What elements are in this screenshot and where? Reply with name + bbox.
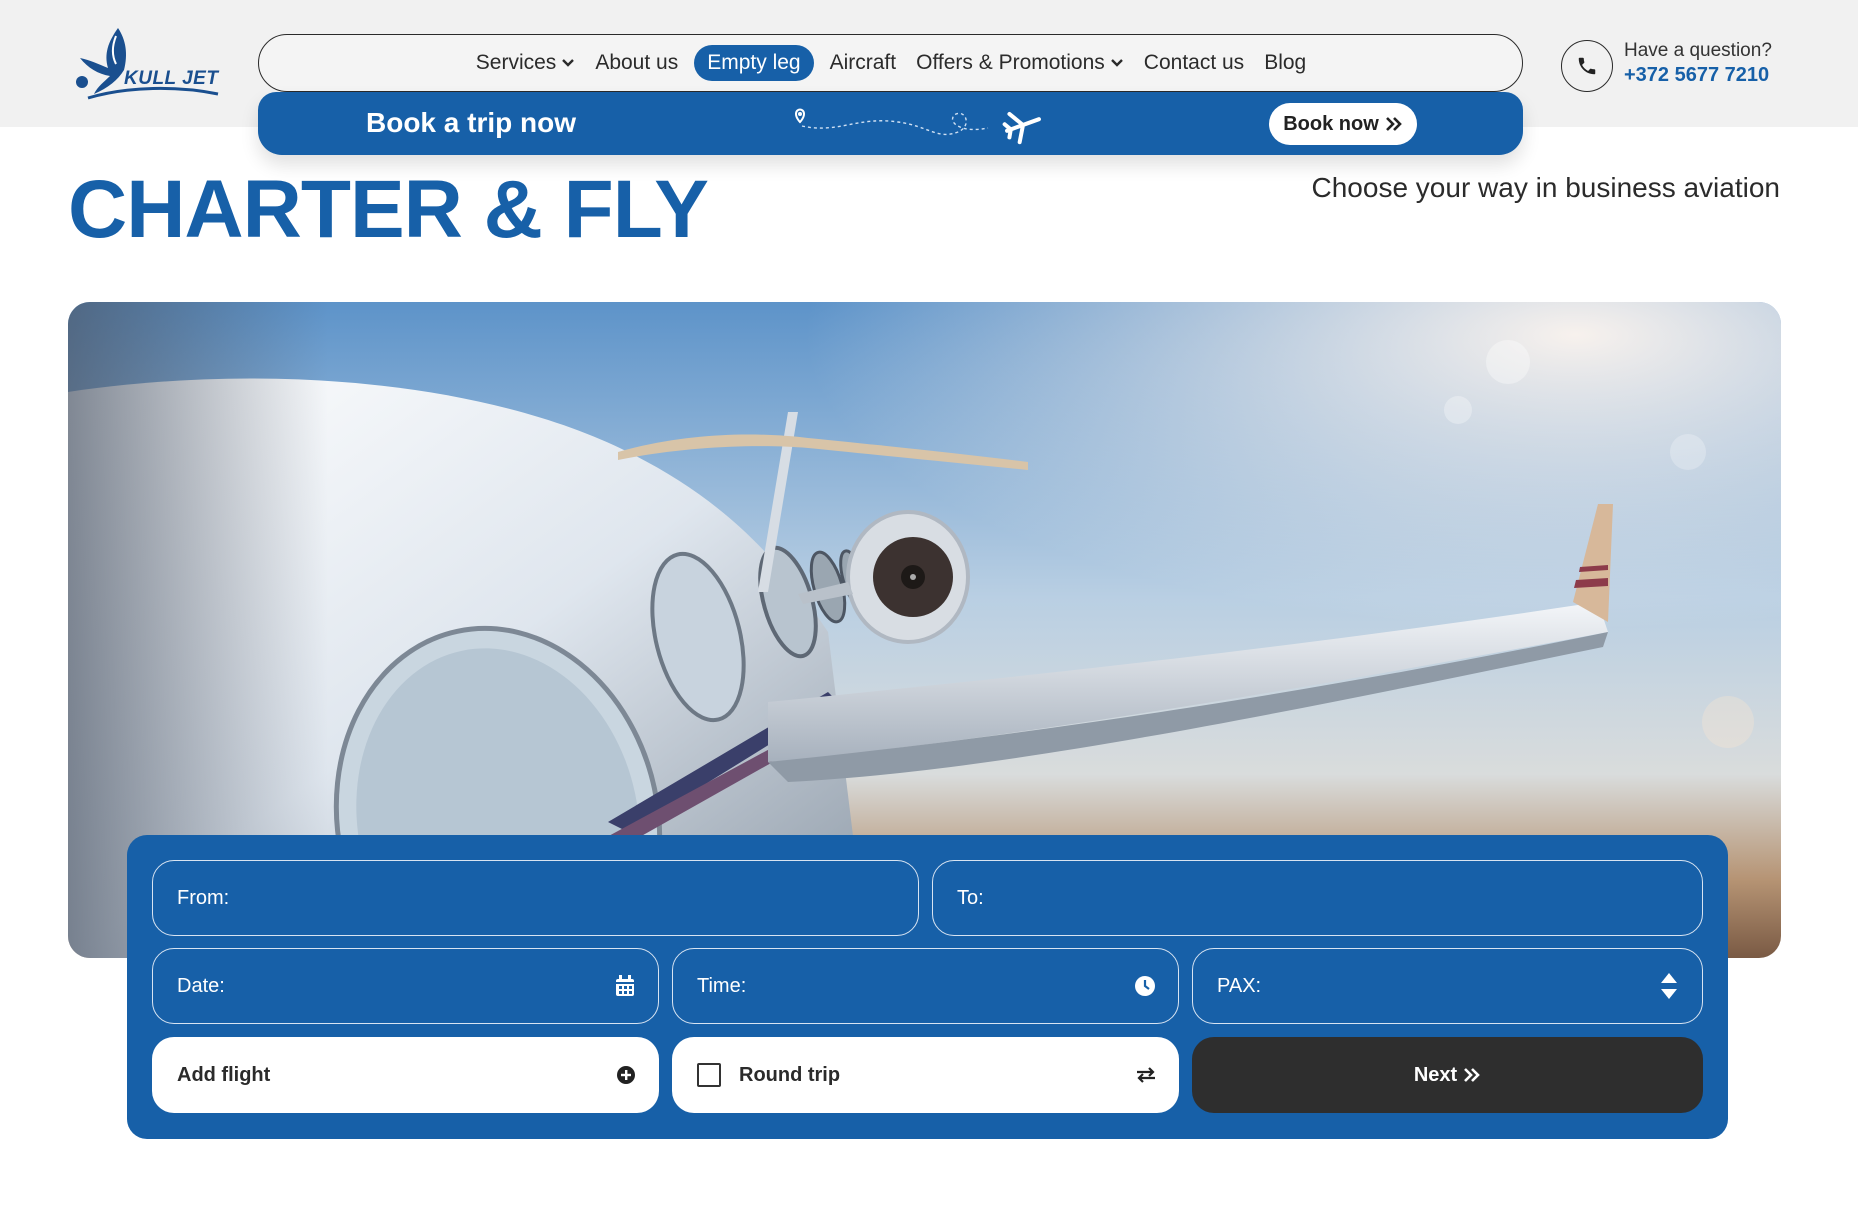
next-button-label: Next [1413,1063,1458,1086]
main-navigation: Services About us Empty leg Aircraft Off… [258,34,1523,92]
round-trip-toggle[interactable]: Round trip [672,1037,1179,1113]
time-field-label: Time: [697,974,747,997]
nav-item-blog[interactable]: Blog [1254,45,1316,81]
logo[interactable]: KULL JET [68,24,220,104]
pax-field-label: PAX: [1217,974,1262,997]
phone-icon [1578,57,1596,75]
book-trip-title: Book a trip now [366,107,576,138]
from-field[interactable]: From: [152,860,919,936]
date-field[interactable]: Date: [152,948,659,1024]
nav-item-label: Services [475,51,557,74]
sort-stepper-icon[interactable] [1658,973,1680,999]
chevron-double-right-icon [1385,117,1402,131]
clock-icon [1134,975,1156,997]
nav-item-label: Aircraft [829,51,897,74]
nav-item-label: Blog [1264,51,1307,74]
booking-form: From: To: Date: Time: PAX: Add flight Ro… [127,835,1728,1139]
flight-route-icon [794,108,1041,145]
chevron-down-icon [1110,59,1123,67]
add-flight-label: Add flight [177,1063,271,1086]
nav-item-empty-leg[interactable]: Empty leg [694,45,814,81]
chevron-down-icon [562,59,575,67]
nav-item-contact-us[interactable]: Contact us [1134,45,1254,81]
round-trip-label: Round trip [739,1063,841,1086]
time-field[interactable]: Time: [672,948,1179,1024]
contact-phone-number[interactable]: +372 5677 7210 [1624,64,1769,87]
round-trip-checkbox[interactable] [697,1063,721,1087]
plus-circle-icon [615,1064,637,1086]
contact-block: Have a question? +372 5677 7210 [1561,38,1821,94]
nav-item-about-us[interactable]: About us [585,45,688,81]
add-flight-button[interactable]: Add flight [152,1037,659,1113]
bird-logo-icon [76,28,219,100]
book-trip-bar: Book a trip now Book now [258,92,1523,155]
to-field-label: To: [957,886,984,909]
page-title: CHARTER & FLY [68,164,709,255]
nav-item-label: About us [595,51,679,74]
nav-item-services[interactable]: Services [466,45,586,81]
chevron-double-right-icon [1464,1068,1481,1082]
next-button[interactable]: Next [1192,1037,1703,1113]
nav-item-offers-promotions[interactable]: Offers & Promotions [906,45,1134,81]
swap-arrows-icon [1135,1064,1157,1086]
book-now-label: Book now [1283,112,1379,135]
nav-item-label: Offers & Promotions [916,51,1105,74]
from-field-label: From: [177,886,230,909]
nav-item-aircraft[interactable]: Aircraft [820,45,907,81]
nav-item-label: Empty leg [707,51,801,74]
page-subtitle: Choose your way in business aviation [1311,172,1780,203]
book-now-button[interactable]: Book now [1269,103,1417,145]
contact-question: Have a question? [1624,40,1772,61]
calendar-icon [614,975,636,997]
to-field[interactable]: To: [932,860,1703,936]
date-field-label: Date: [177,974,225,997]
pax-field[interactable]: PAX: [1192,948,1703,1024]
phone-button[interactable] [1561,40,1613,92]
logo-text: KULL JET [124,68,219,89]
nav-item-label: Contact us [1143,51,1245,74]
